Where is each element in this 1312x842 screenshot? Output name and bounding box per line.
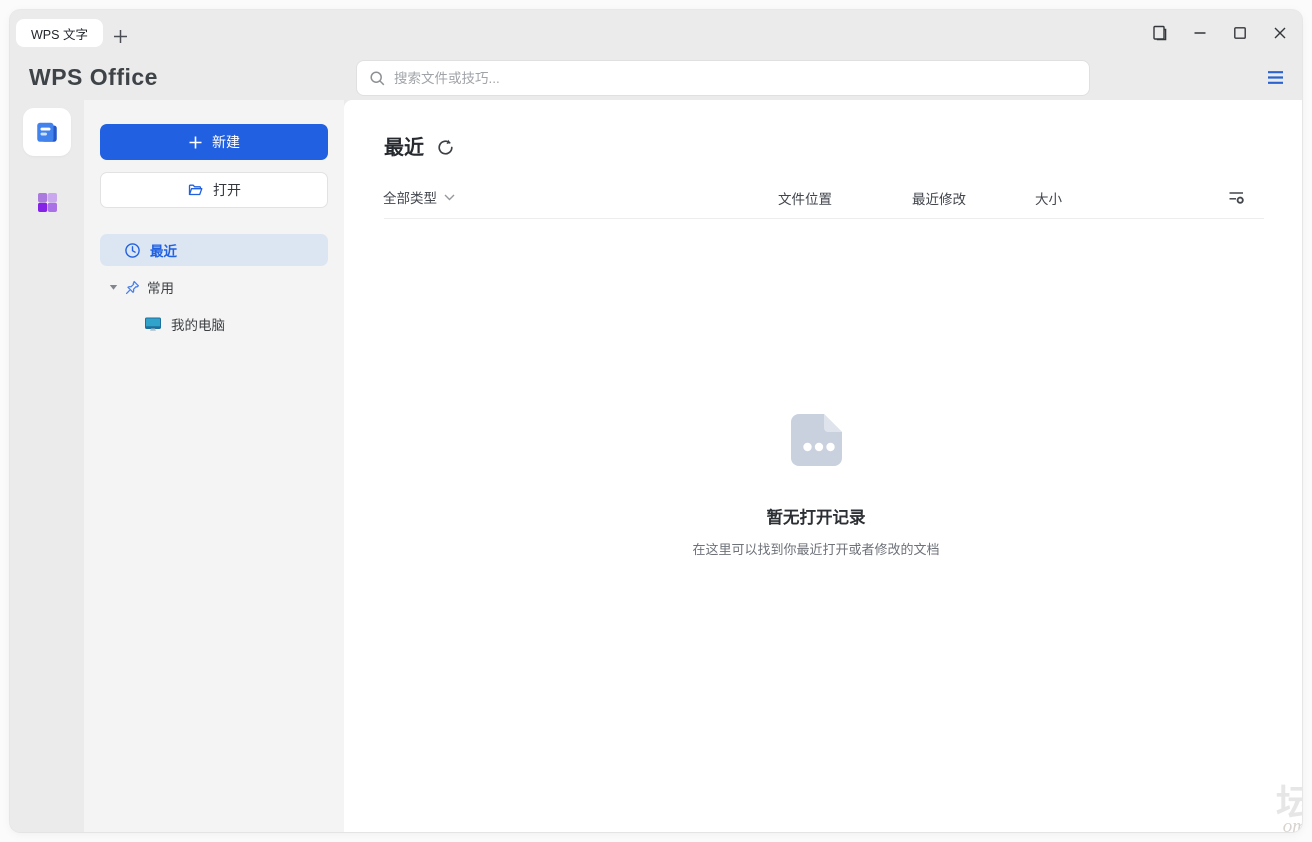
list-settings-button[interactable] (1222, 184, 1250, 210)
empty-state-title: 暂无打开记录 (766, 509, 866, 527)
file-list-header: 全部类型 文件位置 最近修改 大小 (344, 184, 1302, 214)
refresh-button[interactable] (434, 136, 456, 158)
pin-icon (125, 280, 140, 294)
app-header: WPS Office (10, 56, 1302, 100)
sidebar-item-recent[interactable]: 最近 (100, 234, 328, 266)
watermark: 坛 om (1275, 782, 1302, 833)
search-bar[interactable] (356, 60, 1090, 96)
close-icon (1274, 27, 1286, 39)
refresh-icon (437, 139, 453, 155)
open-button-label: 打开 (213, 182, 241, 198)
hamburger-menu-icon (1267, 70, 1283, 84)
new-document-button[interactable]: 新建 (100, 124, 328, 160)
header-divider (384, 218, 1264, 219)
caret-down-icon (109, 284, 118, 290)
maximize-icon (1234, 27, 1246, 39)
watermark-cn: 坛 (1275, 782, 1302, 823)
minimize-button[interactable] (1186, 19, 1214, 47)
tab-bar: WPS 文字 (10, 10, 1302, 56)
plus-icon (113, 29, 127, 43)
empty-state-subtitle: 在这里可以找到你最近打开或者修改的文档 (692, 542, 940, 557)
page-title: 最近 (384, 137, 424, 159)
main-menu-button[interactable] (1260, 62, 1290, 92)
window-controls (1146, 15, 1294, 51)
rail-item-docs[interactable] (23, 108, 71, 156)
app-rail (10, 100, 84, 832)
sidebar-item-my-computer[interactable]: 我的电脑 (100, 308, 328, 340)
tab-title: WPS 文字 (31, 27, 88, 42)
open-file-button[interactable]: 打开 (100, 172, 328, 208)
new-button-label: 新建 (212, 134, 240, 150)
sidebar: 新建 打开 最近 常用 我的电脑 (84, 100, 344, 832)
sidebar-item-label: 我的电脑 (171, 318, 225, 333)
rail-item-apps[interactable] (23, 182, 71, 222)
watermark-en: om (1282, 816, 1302, 832)
filter-all-types[interactable]: 全部类型 (383, 184, 455, 210)
recent-files-panel: 最近 全部类型 文件位置 最近修改 大小 暂无打开记录 在这里可以找到你最近打开… (344, 100, 1302, 832)
wps-home-window: WPS 文字 WPS Office 搜索文件或技巧... 新建 打开 最近 常用… (10, 10, 1302, 832)
tab-wps-docs[interactable]: WPS 文字 (16, 19, 103, 47)
search-icon (370, 70, 385, 85)
folder-open-icon (188, 184, 203, 196)
sidebar-item-label: 最近 (150, 244, 177, 259)
sidebar-item-pinned[interactable]: 常用 (100, 271, 328, 303)
plus-icon (189, 136, 202, 148)
column-header-size: 大小 (1035, 192, 1062, 207)
list-settings-icon (1229, 191, 1244, 204)
sidebar-item-label: 常用 (147, 281, 174, 296)
wps-docs-icon (37, 122, 57, 142)
apps-grid-icon (37, 192, 57, 212)
monitor-icon (145, 317, 161, 331)
filter-all-types-label: 全部类型 (383, 191, 437, 206)
minimize-icon (1194, 32, 1206, 34)
merge-windows-button[interactable] (1146, 19, 1174, 47)
close-button[interactable] (1266, 19, 1294, 47)
merge-windows-icon (1153, 25, 1167, 41)
column-header-location: 文件位置 (778, 192, 832, 207)
maximize-button[interactable] (1226, 19, 1254, 47)
app-body: 新建 打开 最近 常用 我的电脑 最近 全部类型 文件位置 最近修改 大小 暂无… (10, 100, 1302, 832)
new-tab-button[interactable] (110, 26, 130, 46)
empty-document-icon (791, 414, 842, 466)
wps-office-logo: WPS Office (29, 64, 158, 90)
chevron-down-icon (444, 194, 455, 200)
column-header-modified: 最近修改 (912, 192, 966, 207)
search-input[interactable] (394, 70, 1077, 86)
clock-icon (125, 242, 140, 258)
